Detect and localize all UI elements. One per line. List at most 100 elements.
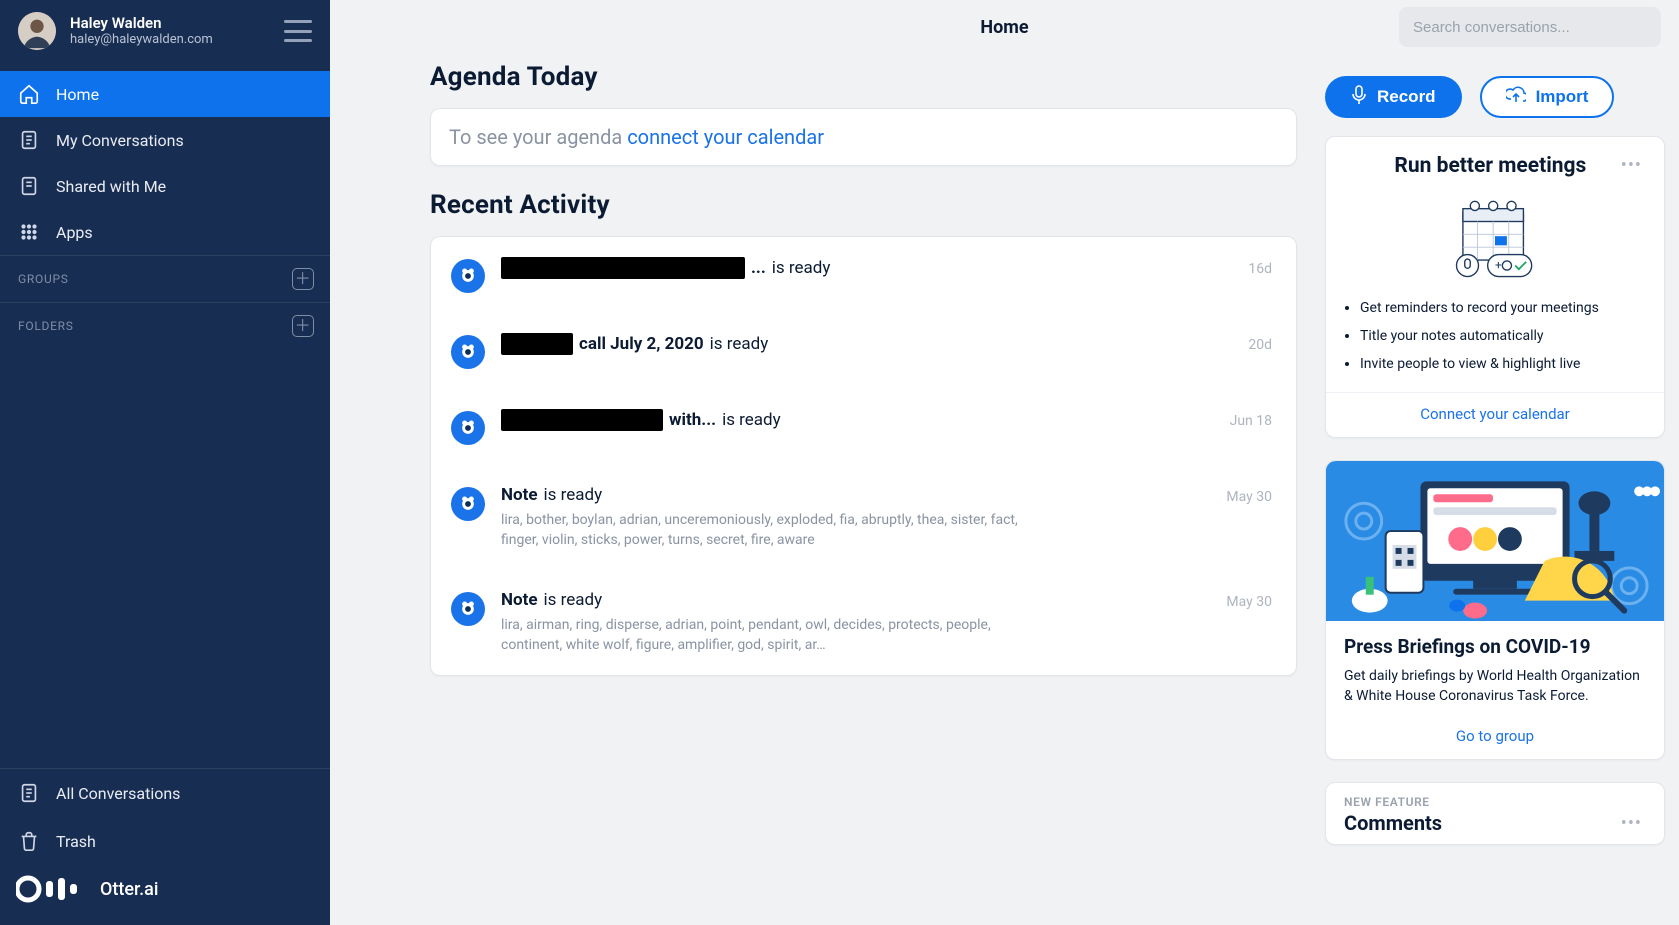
- press-body-text: Get daily briefings by World Health Orga…: [1344, 666, 1646, 707]
- user-name: Haley Walden: [70, 14, 213, 33]
- action-buttons: Record Import: [1325, 76, 1665, 118]
- otter-avatar-icon: [451, 335, 485, 369]
- top-bar: Home: [330, 0, 1679, 54]
- sidebar-item-label: My Conversations: [56, 131, 184, 150]
- press-card: Press Briefings on COVID-19 Get daily br…: [1325, 460, 1665, 760]
- activity-date: May 30: [1226, 590, 1272, 610]
- otter-avatar-icon: [451, 411, 485, 445]
- activity-title: Note is ready: [501, 590, 1210, 610]
- meetings-bullet: Title your notes automatically: [1360, 322, 1642, 350]
- doc-icon: [18, 129, 40, 151]
- sidebar-item-label: Shared with Me: [56, 177, 166, 196]
- activity-title: ... is ready: [501, 257, 1232, 279]
- doc-icon: [18, 782, 40, 804]
- home-icon: [18, 83, 40, 105]
- activity-item[interactable]: call July 2, 2020 is ready 20d: [431, 313, 1296, 389]
- press-cta[interactable]: Go to group: [1326, 717, 1664, 759]
- activity-date: 20d: [1248, 333, 1272, 353]
- menu-toggle-icon[interactable]: [284, 20, 312, 42]
- redacted-text: [501, 257, 745, 279]
- otter-avatar-icon: [451, 259, 485, 293]
- sidebar-item-trash[interactable]: Trash: [0, 817, 330, 865]
- recent-heading: Recent Activity: [430, 190, 1297, 220]
- connect-calendar-cta[interactable]: Connect your calendar: [1326, 392, 1664, 437]
- otter-avatar-icon: [451, 592, 485, 626]
- otter-avatar-icon: [451, 487, 485, 521]
- activity-date: Jun 18: [1230, 409, 1272, 429]
- search-box[interactable]: [1399, 7, 1661, 47]
- activity-date: May 30: [1226, 485, 1272, 505]
- avatar: [18, 12, 56, 50]
- main-area: Home Agenda Today To see your agenda con…: [330, 0, 1679, 925]
- feature-card: NEW FEATURE Comments •••: [1325, 782, 1665, 845]
- activity-title: call July 2, 2020 is ready: [501, 333, 1232, 355]
- activity-title: with... is ready: [501, 409, 1214, 431]
- add-folder-button[interactable]: ＋: [292, 315, 314, 337]
- agenda-prefix: To see your agenda: [449, 125, 627, 149]
- trash-icon: [18, 830, 40, 852]
- activity-item[interactable]: ... is ready 16d: [431, 237, 1296, 313]
- user-email: haley@haleywalden.com: [70, 32, 213, 48]
- sidebar-section-folders: FOLDERS ＋: [0, 302, 330, 349]
- page-title: Home: [610, 17, 1399, 38]
- record-button[interactable]: Record: [1325, 76, 1462, 118]
- section-label: GROUPS: [18, 272, 69, 286]
- brand-logo[interactable]: Otter.ai: [0, 865, 330, 919]
- sidebar-nav: Home My Conversations Shared with Me App…: [0, 65, 330, 255]
- meetings-card: Run better meetings •••: [1325, 136, 1665, 438]
- agenda-box: To see your agenda connect your calendar: [430, 108, 1297, 166]
- activity-list: ... is ready 16d call July 2, 2020 is re…: [430, 236, 1297, 676]
- activity-date: 16d: [1248, 257, 1272, 277]
- sidebar-section-groups: GROUPS ＋: [0, 255, 330, 302]
- sidebar-item-label: All Conversations: [56, 784, 180, 803]
- mic-icon: [1351, 85, 1367, 110]
- import-label: Import: [1536, 87, 1589, 107]
- redacted-text: [501, 333, 573, 355]
- feature-more-icon[interactable]: •••: [1617, 811, 1646, 836]
- press-illustration: [1326, 461, 1664, 621]
- connect-calendar-cta-label: Connect your calendar: [1420, 405, 1570, 423]
- meetings-bullet: Invite people to view & highlight live: [1360, 350, 1642, 378]
- redacted-text: [501, 409, 663, 431]
- center-column: Agenda Today To see your agenda connect …: [330, 54, 1297, 925]
- sidebar-item-all-conversations[interactable]: All Conversations: [0, 769, 330, 817]
- grid-icon: [18, 221, 40, 243]
- activity-title: Note is ready: [501, 485, 1210, 505]
- activity-item[interactable]: Note is ready lira, airman, ring, disper…: [431, 570, 1296, 675]
- svg-text:+: +: [1495, 258, 1502, 272]
- sidebar-item-my-conversations[interactable]: My Conversations: [0, 117, 330, 163]
- import-button[interactable]: Import: [1480, 76, 1615, 118]
- press-cta-label: Go to group: [1456, 727, 1534, 745]
- agenda-heading: Agenda Today: [430, 62, 1297, 92]
- sidebar-item-apps[interactable]: Apps: [0, 209, 330, 255]
- sidebar: Haley Walden haley@haleywalden.com Home …: [0, 0, 330, 925]
- activity-snippet: lira, airman, ring, disperse, adrian, po…: [501, 616, 1041, 655]
- meetings-bullet: Get reminders to record your meetings: [1360, 294, 1642, 322]
- connect-calendar-link[interactable]: connect your calendar: [627, 125, 824, 149]
- sidebar-item-label: Trash: [56, 832, 96, 851]
- record-label: Record: [1377, 87, 1436, 107]
- calendar-icon: +: [1326, 184, 1664, 290]
- press-title: Press Briefings on COVID-19: [1344, 635, 1646, 658]
- add-group-button[interactable]: ＋: [292, 268, 314, 290]
- activity-item[interactable]: with... is ready Jun 18: [431, 389, 1296, 465]
- doc-icon: [18, 175, 40, 197]
- upload-icon: [1506, 86, 1526, 109]
- feature-title: Comments: [1344, 811, 1442, 835]
- search-input[interactable]: [1413, 19, 1647, 36]
- sidebar-item-shared[interactable]: Shared with Me: [0, 163, 330, 209]
- sidebar-item-label: Apps: [56, 223, 93, 242]
- feature-tag: NEW FEATURE: [1344, 795, 1646, 809]
- meetings-more-icon[interactable]: •••: [1617, 153, 1646, 178]
- otter-logo-icon: [16, 875, 86, 903]
- activity-item[interactable]: Note is ready lira, bother, boylan, adri…: [431, 465, 1296, 570]
- sidebar-user-block[interactable]: Haley Walden haley@haleywalden.com: [0, 0, 330, 65]
- meetings-bullets: Get reminders to record your meetingsTit…: [1326, 290, 1664, 392]
- sidebar-item-label: Home: [56, 85, 99, 104]
- section-label: FOLDERS: [18, 319, 74, 333]
- brand-name: Otter.ai: [100, 879, 158, 900]
- right-column: Record Import Run better meetings •••: [1325, 54, 1665, 925]
- meetings-title: Run better meetings: [1364, 154, 1617, 178]
- sidebar-item-home[interactable]: Home: [0, 71, 330, 117]
- activity-snippet: lira, bother, boylan, adrian, unceremoni…: [501, 511, 1041, 550]
